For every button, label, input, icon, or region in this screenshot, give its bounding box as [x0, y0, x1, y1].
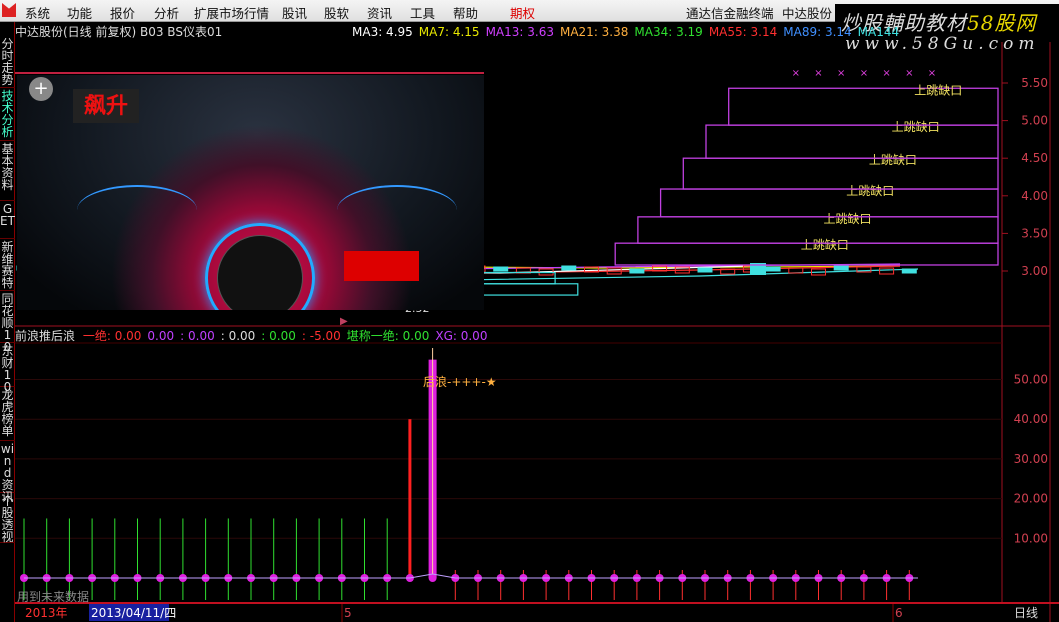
signal-marker: ×	[928, 68, 936, 79]
ma-value: MA144	[857, 25, 900, 39]
up-gap-label: 上跳缺口	[824, 211, 872, 226]
gauge-arc-right	[337, 185, 457, 235]
signal-marker: ×	[882, 68, 890, 79]
chart-title-bar: 中达股份(日线 前复权) B03 BS仪表01 MA3: 4.95 MA7: 4.…	[15, 22, 899, 42]
indicator-value: : 0.00	[220, 329, 256, 343]
menu-extended-market[interactable]: 扩展市场行情	[194, 3, 269, 22]
ma-value: MA3: 4.95	[352, 25, 413, 39]
indicator-bar	[408, 419, 412, 578]
signal-marker: ×	[905, 68, 913, 79]
indicator-value: 一绝: 0.00	[82, 329, 142, 343]
indicator-value: : 0.00	[261, 329, 296, 343]
menu-analysis[interactable]: 分析	[154, 3, 179, 22]
candle	[493, 266, 509, 272]
signal-marker: ×	[814, 68, 822, 79]
period-button[interactable]: 日线	[1014, 606, 1038, 620]
indicator-dot	[428, 574, 437, 582]
up-gap-box	[682, 157, 999, 190]
menu-system[interactable]: 系统	[25, 3, 50, 22]
menu-info[interactable]: 资讯	[367, 3, 392, 22]
current-stock-name: 中达股份	[782, 6, 833, 21]
indicator-value: 0.00	[147, 329, 175, 343]
zoom-plus-button[interactable]: +	[29, 77, 53, 101]
ma-legend: MA3: 4.95 MA7: 4.15 MA13: 3.63 MA21: 3.38 MA…	[352, 22, 905, 42]
ma-value: MA21: 3.38	[559, 25, 629, 39]
signal-marker: ×	[837, 68, 845, 79]
value-tick-label: 20.00	[1014, 492, 1048, 506]
menu-help[interactable]: 帮助	[453, 3, 478, 22]
year-label: 2013年	[25, 606, 68, 620]
up-gap-label: 上跳缺口	[801, 237, 849, 252]
indicator-value: 堪称一绝: 0.00	[346, 329, 430, 343]
scroll-left-arrow: ▶	[340, 316, 348, 327]
up-gap-label: 上跳缺口	[869, 152, 917, 167]
month-label: 5	[344, 606, 352, 620]
app-logo-icon	[2, 3, 16, 17]
indicator-value: : -5.00	[301, 329, 341, 343]
value-tick-label: 10.00	[1014, 531, 1048, 545]
price-tick-label: 3.00	[1021, 264, 1048, 278]
menu-quote[interactable]: 报价	[110, 3, 135, 22]
price-tick-label: 5.00	[1021, 114, 1048, 128]
indicator-legend: 前浪推后浪 一绝: 0.00 0.00 : 0.00 : 0.00 : 0.00 : -5…	[15, 327, 497, 343]
menu-function[interactable]: 功能	[67, 3, 92, 22]
value-tick-label: 30.00	[1014, 452, 1048, 466]
indicator-annotation: 后浪-+++-★	[423, 374, 497, 389]
signal-marker: ×	[792, 68, 800, 79]
price-tick-label: 4.00	[1021, 189, 1048, 203]
value-tick-label: 40.00	[1014, 412, 1048, 426]
candle	[561, 265, 577, 271]
red-panel	[344, 251, 419, 281]
signal-marker: ×	[860, 68, 868, 79]
indicator-value: : 0.00	[180, 329, 215, 343]
ma-value: MA7: 4.15	[418, 25, 480, 39]
price-tick-label: 5.50	[1021, 76, 1048, 90]
candle	[901, 268, 917, 274]
candle	[765, 266, 781, 272]
watermark-text-b: 58股网	[967, 11, 1037, 35]
price-tick-label: 3.50	[1021, 226, 1048, 240]
up-gap-label: 上跳缺口	[892, 119, 940, 134]
indicator-name[interactable]: 前浪推后浪	[15, 329, 75, 343]
ma-value: MA34: 3.19	[634, 25, 703, 39]
candle	[697, 267, 713, 273]
value-tick-label: 50.00	[1014, 373, 1048, 387]
up-gap-label: 上跳缺口	[914, 82, 962, 97]
candle	[629, 268, 645, 274]
up-gap-box	[705, 124, 999, 159]
price-tick-label: 4.50	[1021, 151, 1048, 165]
stock-title: 中达股份(日线 前复权) B03 BS仪表01	[15, 25, 223, 39]
up-gap-label: 上跳缺口	[846, 183, 894, 198]
brand-logo: 飙升	[73, 89, 139, 123]
future-data-hint: 用到未来数据	[17, 589, 89, 604]
cursor-date: 2013/04/11/四	[91, 606, 176, 620]
ma-value: MA13: 3.63	[485, 25, 554, 39]
month-label: 6	[895, 606, 903, 620]
menu-tools[interactable]: 工具	[410, 3, 435, 22]
ma-value: MA55: 3.14	[708, 25, 778, 39]
ma-value: MA89: 3.14	[783, 25, 852, 39]
dashboard-overlay-image: + 飙升	[17, 75, 484, 310]
indicator-value: XG: 0.00	[435, 329, 488, 343]
gauge-arc-left	[77, 185, 197, 235]
menu-stock-software[interactable]: 股软	[324, 3, 349, 22]
menu-stock-news[interactable]: 股讯	[282, 3, 307, 22]
candle	[879, 267, 895, 275]
terminal-name: 通达信金融终端	[686, 6, 774, 21]
menu-options[interactable]: 期权	[510, 3, 535, 22]
candle	[833, 265, 849, 271]
